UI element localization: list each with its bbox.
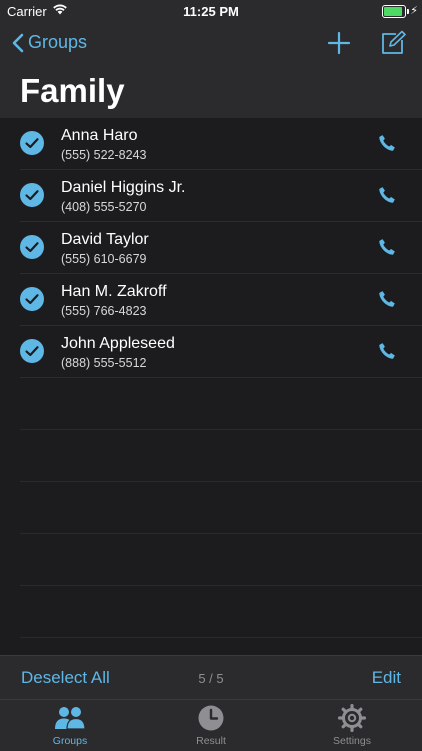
contact-phone: (888) 555-5512 — [61, 356, 147, 370]
checkmark-icon[interactable] — [20, 339, 44, 363]
battery-icon — [382, 5, 409, 18]
gear-icon — [338, 704, 366, 732]
empty-row — [20, 430, 422, 482]
tab-settings-label: Settings — [333, 735, 371, 747]
back-button-label: Groups — [28, 32, 88, 52]
add-button[interactable] — [327, 31, 351, 60]
contact-phone: (555) 766-4823 — [61, 304, 147, 318]
checkmark-icon[interactable] — [20, 235, 44, 259]
bottom-toolbar: Deselect All 5 / 5 Edit — [0, 655, 422, 700]
contact-row[interactable]: David Taylor (555) 610-6679 — [20, 222, 422, 274]
contact-row[interactable]: Han M. Zakroff (555) 766-4823 — [20, 274, 422, 326]
empty-row — [20, 586, 422, 638]
tab-bar: Groups Result Settings — [0, 699, 422, 751]
phone-icon[interactable] — [377, 289, 397, 309]
contact-name: Daniel Higgins Jr. — [61, 179, 186, 196]
charging-bolt-icon: ⚡ — [410, 5, 418, 17]
contact-row[interactable]: Daniel Higgins Jr. (408) 555-5270 — [20, 170, 422, 222]
phone-icon[interactable] — [377, 185, 397, 205]
empty-row — [20, 482, 422, 534]
checkmark-icon[interactable] — [20, 287, 44, 311]
selection-count: 5 / 5 — [198, 671, 224, 686]
groups-icon — [55, 707, 86, 730]
contact-phone: (408) 555-5270 — [61, 200, 147, 214]
contact-row[interactable]: John Appleseed (888) 555-5512 — [20, 326, 422, 378]
contact-name: Anna Haro — [61, 127, 138, 144]
tab-groups-label: Groups — [52, 735, 88, 747]
tab-groups[interactable]: Groups — [20, 704, 120, 747]
contact-list: Anna Haro (555) 522-8243 Daniel Higgins … — [0, 118, 422, 655]
chevron-left-icon — [12, 33, 24, 52]
navigation-bar: Groups Family — [0, 22, 422, 118]
tab-result[interactable]: Result — [161, 704, 261, 747]
tab-result-label: Result — [196, 735, 226, 747]
back-button[interactable]: Groups — [12, 32, 87, 53]
compose-icon — [382, 30, 406, 54]
empty-row — [20, 378, 422, 430]
compose-button[interactable] — [380, 30, 406, 61]
status-bar: Carrier 11:25 PM ⚡ — [0, 0, 422, 22]
contact-name: Han M. Zakroff — [61, 283, 167, 300]
tab-settings[interactable]: Settings — [302, 704, 402, 747]
page-title: Family — [20, 72, 125, 109]
phone-icon[interactable] — [377, 341, 397, 361]
edit-button[interactable]: Edit — [372, 668, 401, 688]
contact-name: David Taylor — [61, 231, 149, 248]
phone-icon[interactable] — [377, 133, 397, 153]
contact-row[interactable]: Anna Haro (555) 522-8243 — [20, 118, 422, 170]
empty-row — [20, 534, 422, 586]
contact-phone: (555) 522-8243 — [61, 148, 147, 162]
plus-icon — [327, 31, 351, 55]
contact-name: John Appleseed — [61, 335, 175, 352]
contact-phone: (555) 610-6679 — [61, 252, 147, 266]
clock-time: 11:25 PM — [183, 4, 239, 19]
clock-icon — [198, 705, 224, 731]
phone-icon[interactable] — [377, 237, 397, 257]
checkmark-icon[interactable] — [20, 183, 44, 207]
checkmark-icon[interactable] — [20, 131, 44, 155]
